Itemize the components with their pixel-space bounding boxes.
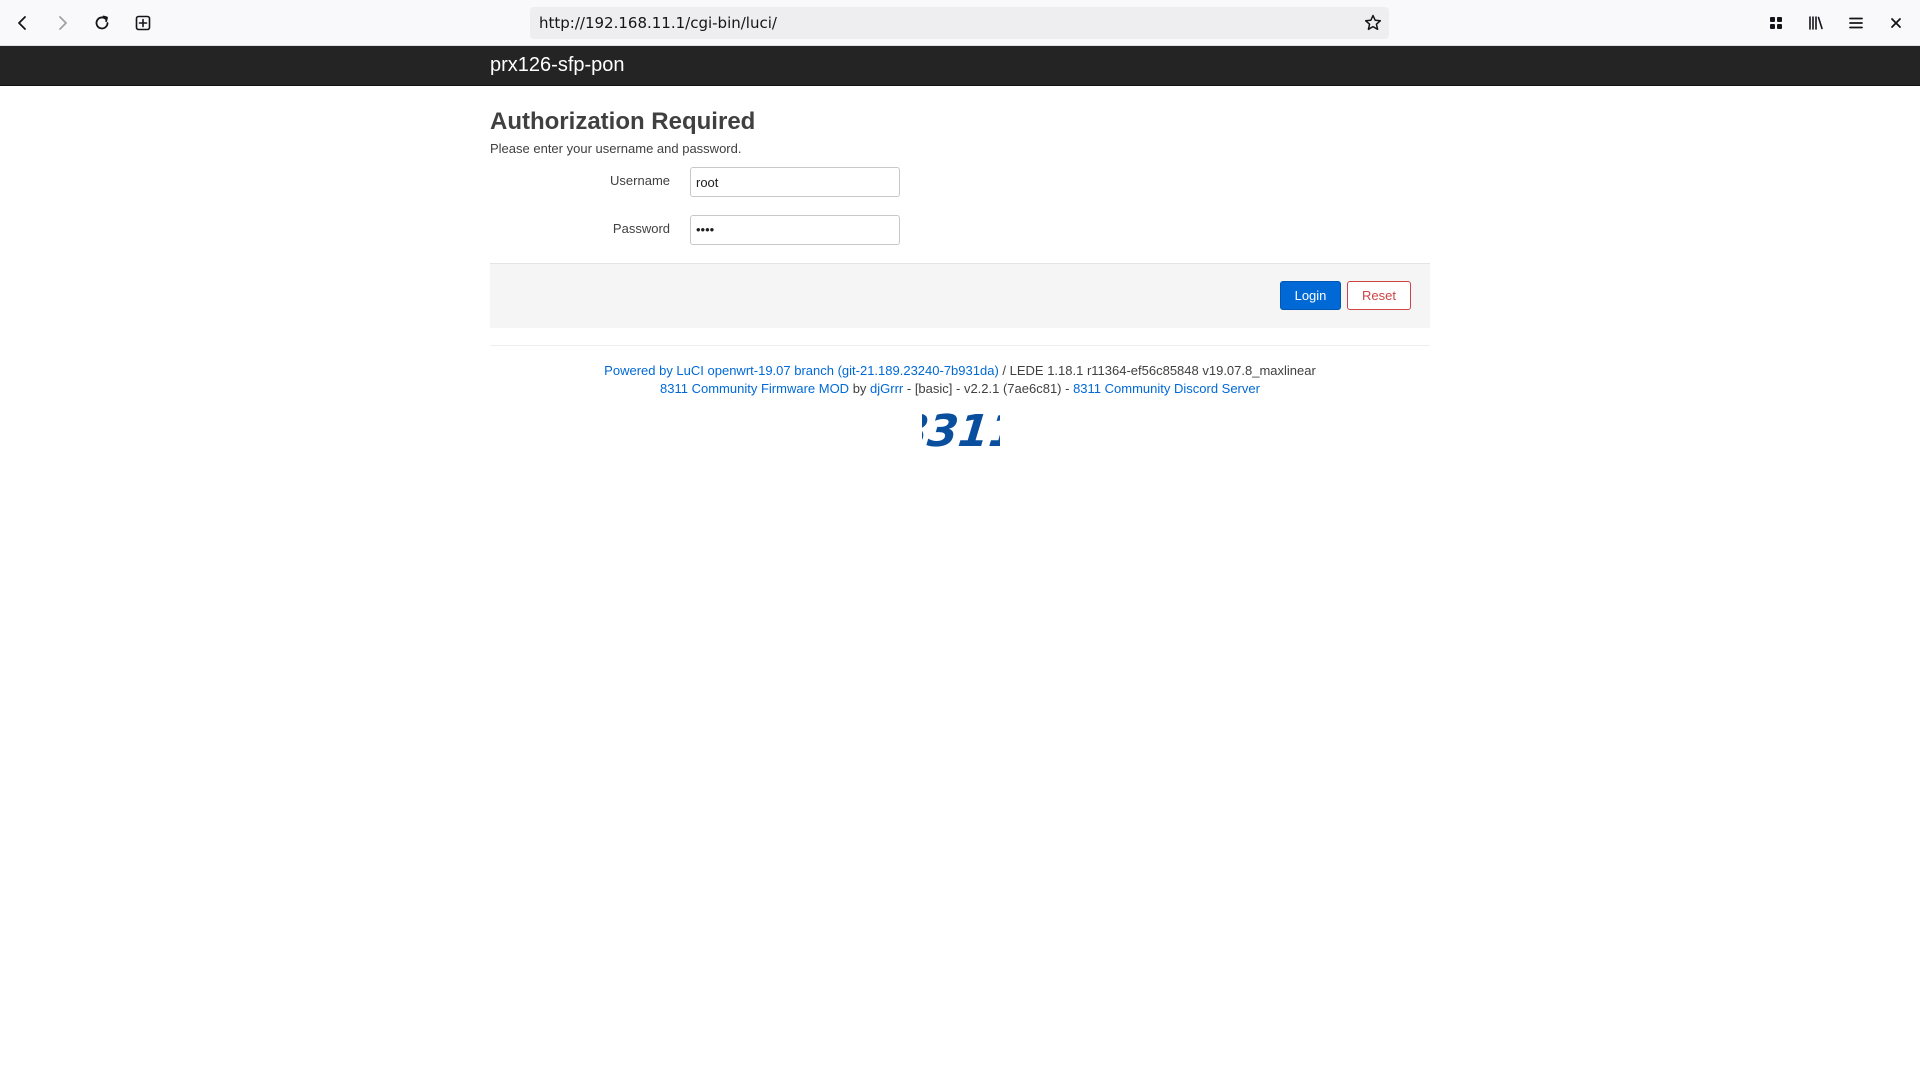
- app-header: prx126-sfp-pon: [0, 46, 1920, 86]
- discord-link[interactable]: 8311 Community Discord Server: [1073, 381, 1260, 396]
- footer-separator: /: [998, 363, 1010, 378]
- back-button[interactable]: [7, 7, 39, 39]
- menu-button[interactable]: [1840, 7, 1872, 39]
- footer-by: by: [849, 381, 871, 396]
- footer-line-2: 8311 Community Firmware MOD by djGrrr - …: [490, 380, 1430, 398]
- logo-text: 8311: [922, 406, 1000, 452]
- page-description: Please enter your username and password.: [490, 141, 742, 156]
- reload-button[interactable]: [86, 7, 118, 39]
- footer: Powered by LuCI openwrt-19.07 branch (gi…: [490, 362, 1430, 398]
- form-actions: Login Reset: [490, 263, 1430, 328]
- luci-link[interactable]: Powered by LuCI openwrt-19.07 branch (gi…: [604, 363, 999, 378]
- forward-button[interactable]: [46, 7, 78, 39]
- password-label: Password: [612, 221, 670, 236]
- password-input[interactable]: ••••: [690, 215, 900, 245]
- arrow-left-icon: [18, 16, 26, 30]
- library-icon: [1809, 16, 1823, 30]
- firmware-mod-link[interactable]: 8311 Community Firmware MOD: [660, 381, 849, 396]
- footer-line-1: Powered by LuCI openwrt-19.07 branch (gi…: [490, 362, 1430, 380]
- address-bar-url: http://192.168.11.1/cgi-bin/luci/: [539, 14, 777, 32]
- page-title: Authorization Required: [490, 108, 756, 135]
- hostname[interactable]: prx126-sfp-pon: [490, 46, 625, 84]
- plus-box-icon: [135, 15, 151, 31]
- extensions-button[interactable]: [1760, 7, 1792, 39]
- grid-icon: [1770, 17, 1782, 29]
- close-icon: [1891, 18, 1901, 28]
- browser-toolbar: http://192.168.11.1/cgi-bin/luci/: [0, 0, 1920, 46]
- username-label: Username: [610, 173, 670, 188]
- library-button[interactable]: [1800, 7, 1832, 39]
- arrow-right-icon: [59, 16, 67, 30]
- build-info: - [basic] - v2.2.1 (7ae6c81) -: [903, 381, 1074, 396]
- address-bar[interactable]: http://192.168.11.1/cgi-bin/luci/: [530, 7, 1389, 39]
- hamburger-icon: [1849, 17, 1863, 29]
- close-window-button[interactable]: [1880, 7, 1912, 39]
- footer-divider: [490, 345, 1430, 346]
- login-button[interactable]: Login: [1280, 281, 1341, 310]
- lede-version: LEDE 1.18.1 r11364-ef56c85848 v19.07.8_m…: [1009, 363, 1316, 378]
- reset-button[interactable]: Reset: [1347, 281, 1411, 310]
- username-input[interactable]: [690, 167, 900, 197]
- star-icon[interactable]: [1363, 13, 1383, 33]
- 8311-logo: 8311: [922, 406, 1000, 452]
- new-tab-button[interactable]: [127, 7, 159, 39]
- author-link[interactable]: djGrrr: [870, 381, 903, 396]
- reload-icon: [95, 15, 109, 30]
